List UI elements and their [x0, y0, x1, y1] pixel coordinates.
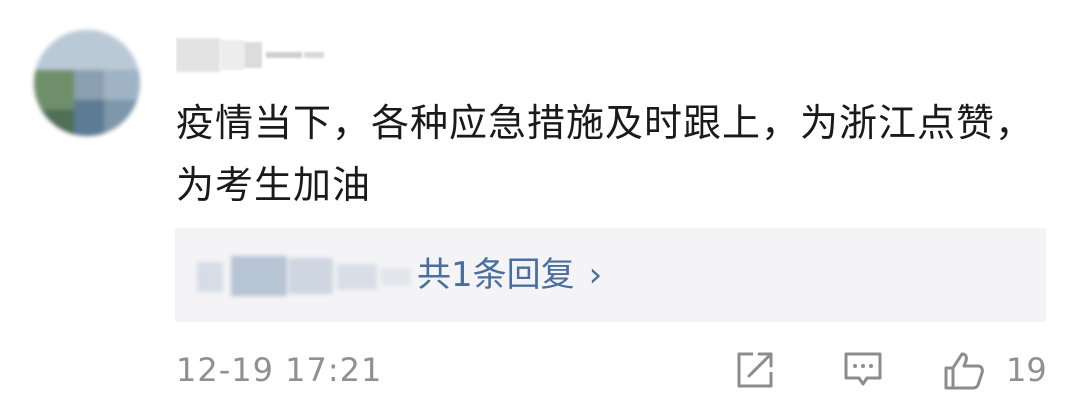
comment-card: 疫情当下，各种应急措施及时跟上，为浙江点赞，为考生加油 共1条回复 › 12-19… — [0, 0, 1080, 420]
avatar[interactable] — [34, 30, 140, 136]
thumbs-up-icon[interactable] — [940, 348, 984, 392]
reply-preview[interactable]: 共1条回复 › — [175, 228, 1046, 322]
comment-icon[interactable] — [841, 348, 885, 392]
reply-count-label: 共1条回复 — [417, 255, 575, 295]
reply-author-obscured — [197, 254, 417, 298]
comment-text: 疫情当下，各种应急措施及时跟上，为浙江点赞，为考生加油 — [176, 101, 1035, 207]
timestamp: 12-19 17:21 — [176, 351, 383, 389]
username[interactable] — [176, 32, 336, 76]
like-count: 19 — [1006, 351, 1047, 389]
chevron-right-icon: › — [588, 255, 603, 295]
view-replies-link[interactable]: 共1条回复 › — [417, 252, 602, 298]
share-icon[interactable] — [733, 348, 777, 392]
